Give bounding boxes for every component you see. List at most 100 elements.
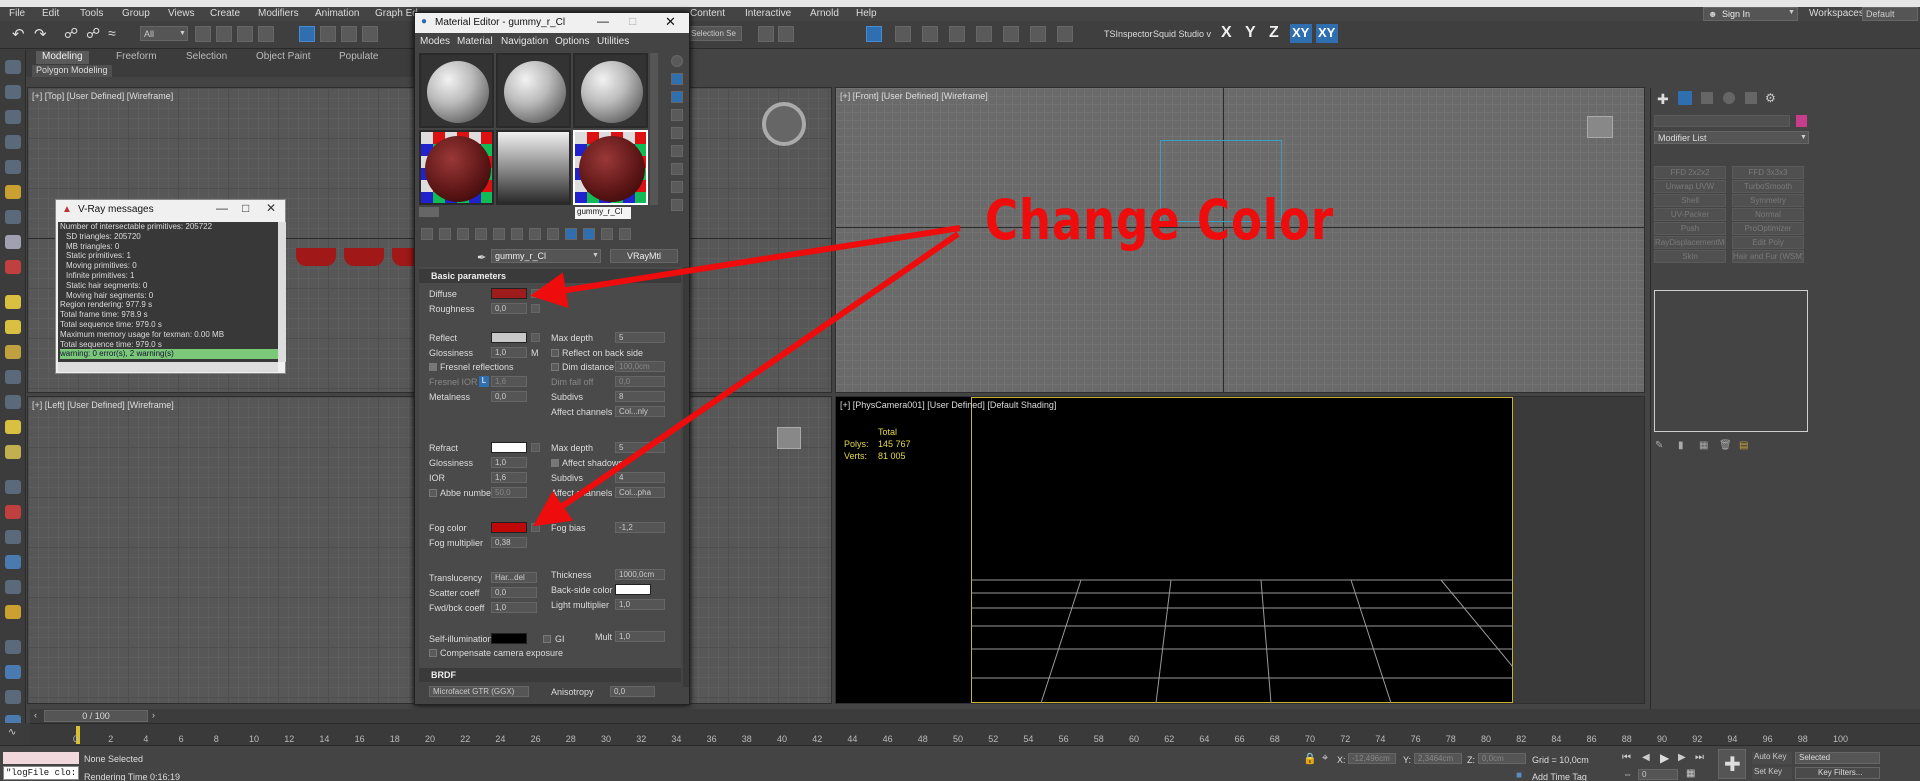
- refract-subdivs-spinner[interactable]: 4: [615, 472, 665, 483]
- self-illumination-swatch[interactable]: [491, 633, 527, 644]
- ribbon-tab-freeform[interactable]: Freeform: [110, 51, 163, 64]
- modifier-button[interactable]: FFD 2x2x2: [1654, 166, 1726, 179]
- absolute-mode-icon[interactable]: ⌖: [1322, 752, 1328, 765]
- subdivs-spinner[interactable]: 8: [615, 391, 665, 402]
- menu-arnold[interactable]: Arnold: [810, 8, 839, 19]
- object-name-field[interactable]: [1654, 115, 1790, 127]
- minimize-icon[interactable]: —: [597, 14, 609, 28]
- menu-modifiers[interactable]: Modifiers: [258, 8, 299, 19]
- put-to-library-icon[interactable]: [529, 228, 541, 240]
- undo-icon[interactable]: ↶: [12, 25, 25, 43]
- eyedropper-icon[interactable]: ✒: [477, 251, 486, 264]
- material-slot[interactable]: [573, 53, 648, 128]
- vray-sun-icon[interactable]: [5, 320, 21, 334]
- refract-affect-channels-dropdown[interactable]: Col...pha: [615, 487, 665, 498]
- reflect-map-button[interactable]: [531, 333, 540, 342]
- maximize-icon[interactable]: □: [242, 201, 249, 215]
- z-coord-field[interactable]: 0,0cm: [1478, 753, 1526, 764]
- viewport-front-label[interactable]: [+] [Front] [User Defined] [Wireframe]: [840, 91, 988, 101]
- mini-curve-editor-toggle[interactable]: ∿: [0, 723, 30, 745]
- workspace-dropdown[interactable]: Default: [1862, 7, 1918, 21]
- minimize-icon[interactable]: —: [216, 201, 228, 215]
- modify-tab-icon[interactable]: [1678, 91, 1692, 105]
- selection-filter-dropdown[interactable]: All ▼: [140, 26, 188, 41]
- metalness-spinner[interactable]: 0,0: [491, 391, 527, 402]
- set-key-mode-button[interactable]: Set Key: [1752, 767, 1792, 779]
- go-forward-sibling-icon[interactable]: [619, 228, 631, 240]
- refract-glossiness-spinner[interactable]: 1,0: [491, 457, 527, 468]
- camera-icon[interactable]: [5, 210, 21, 224]
- viewport-left-label[interactable]: [+] [Left] [User Defined] [Wireframe]: [32, 400, 174, 410]
- display-tab-icon[interactable]: [1745, 92, 1757, 104]
- mirror-icon[interactable]: [758, 26, 774, 42]
- curve-editor-icon[interactable]: [922, 26, 938, 42]
- squid-studio-label[interactable]: Squid Studio v: [1153, 29, 1211, 39]
- fog-bias-spinner[interactable]: -1,2: [615, 522, 665, 533]
- reflect-back-checkbox[interactable]: [551, 349, 559, 357]
- diffuse-color-swatch[interactable]: [491, 288, 527, 299]
- put-to-scene-icon[interactable]: [439, 228, 451, 240]
- axis-xy-button[interactable]: XY: [1290, 24, 1312, 43]
- vray-log-scrollbar[interactable]: [278, 222, 286, 362]
- mated-menu-material[interactable]: Material: [457, 36, 493, 47]
- menu-create[interactable]: Create: [210, 8, 240, 19]
- grass-icon[interactable]: [5, 580, 21, 594]
- key-filters-button[interactable]: Key Filters...: [1795, 767, 1880, 779]
- viewcube[interactable]: [777, 427, 801, 449]
- affect-shadows-checkbox[interactable]: [551, 459, 559, 467]
- x-coord-field[interactable]: -12,496cm: [1348, 753, 1396, 764]
- particles-icon[interactable]: [5, 480, 21, 494]
- motion-tab-icon[interactable]: [1723, 92, 1735, 104]
- time-config-icon[interactable]: ▦: [1686, 768, 1695, 779]
- modify-icon[interactable]: [5, 85, 21, 99]
- viewcube-compass[interactable]: [762, 102, 806, 146]
- time-slider-next-icon[interactable]: ›: [152, 710, 155, 720]
- material-slot[interactable]: [496, 53, 571, 128]
- refract-map-button[interactable]: [531, 443, 540, 452]
- sphere-icon[interactable]: [5, 665, 21, 679]
- light-multiplier-spinner[interactable]: 1,0: [615, 599, 665, 610]
- menu-file[interactable]: File: [9, 8, 25, 19]
- make-unique-icon[interactable]: ▦: [1699, 440, 1708, 451]
- material-name-field[interactable]: gummy_r_Cl ▼: [491, 249, 601, 263]
- material-slot-active[interactable]: [573, 130, 648, 205]
- dim-distance-checkbox[interactable]: [551, 363, 559, 371]
- mated-menu-modes[interactable]: Modes: [420, 36, 450, 47]
- fog-multiplier-spinner[interactable]: 0,38: [491, 537, 527, 548]
- create-tab-icon[interactable]: ✚: [1657, 91, 1669, 108]
- make-preview-icon[interactable]: [671, 145, 683, 157]
- ribbon-tab-object-paint[interactable]: Object Paint: [250, 51, 316, 64]
- modifier-button[interactable]: FFD 3x3x3: [1732, 166, 1804, 179]
- schematic-view-icon[interactable]: [949, 26, 965, 42]
- select-by-name-icon[interactable]: [216, 26, 232, 42]
- anisotropy-spinner[interactable]: 0,0: [610, 686, 655, 697]
- sun-icon[interactable]: [5, 605, 21, 619]
- go-to-parent-icon[interactable]: [601, 228, 613, 240]
- modifier-stack[interactable]: [1654, 290, 1808, 432]
- menu-interactive[interactable]: Interactive: [745, 8, 791, 19]
- auto-key-button[interactable]: Auto Key: [1752, 752, 1792, 764]
- globe-icon[interactable]: [5, 555, 21, 569]
- modifier-button[interactable]: RayDisplacementMo: [1654, 236, 1726, 249]
- modifier-button[interactable]: Edit Poly: [1732, 236, 1804, 249]
- dim-distance-spinner[interactable]: 100,0cm: [615, 361, 665, 372]
- material-type-button[interactable]: VRayMtl: [610, 249, 678, 263]
- script-icon[interactable]: [5, 690, 21, 704]
- show-end-result-icon[interactable]: ▮: [1678, 440, 1684, 451]
- utilities-tab-icon[interactable]: ⚙: [1765, 91, 1776, 105]
- back-side-color-swatch[interactable]: [615, 584, 651, 595]
- track-bar[interactable]: 0 2 4 6 8 10 12 14 16 18 20 22 24 26 28 30 32 34 36 38 40 42 4…: [30, 723, 1920, 745]
- sample-uv-tiling-icon[interactable]: [671, 109, 683, 121]
- modifier-button[interactable]: Hair and Fur (WSM): [1732, 250, 1804, 263]
- set-key-button[interactable]: ✚: [1718, 749, 1746, 779]
- time-slider-prev-icon[interactable]: ‹: [34, 710, 37, 720]
- modifier-button[interactable]: Symmetry: [1732, 194, 1804, 207]
- select-and-place-icon[interactable]: [362, 26, 378, 42]
- select-and-move-icon[interactable]: [299, 26, 315, 42]
- fresnel-checkbox[interactable]: [429, 363, 437, 371]
- affect-channels-dropdown[interactable]: Col...nly: [615, 406, 665, 417]
- render-icon[interactable]: [5, 235, 21, 249]
- vray-plane-icon[interactable]: [5, 395, 21, 409]
- render-setup-icon[interactable]: [1003, 26, 1019, 42]
- align-icon[interactable]: [778, 26, 794, 42]
